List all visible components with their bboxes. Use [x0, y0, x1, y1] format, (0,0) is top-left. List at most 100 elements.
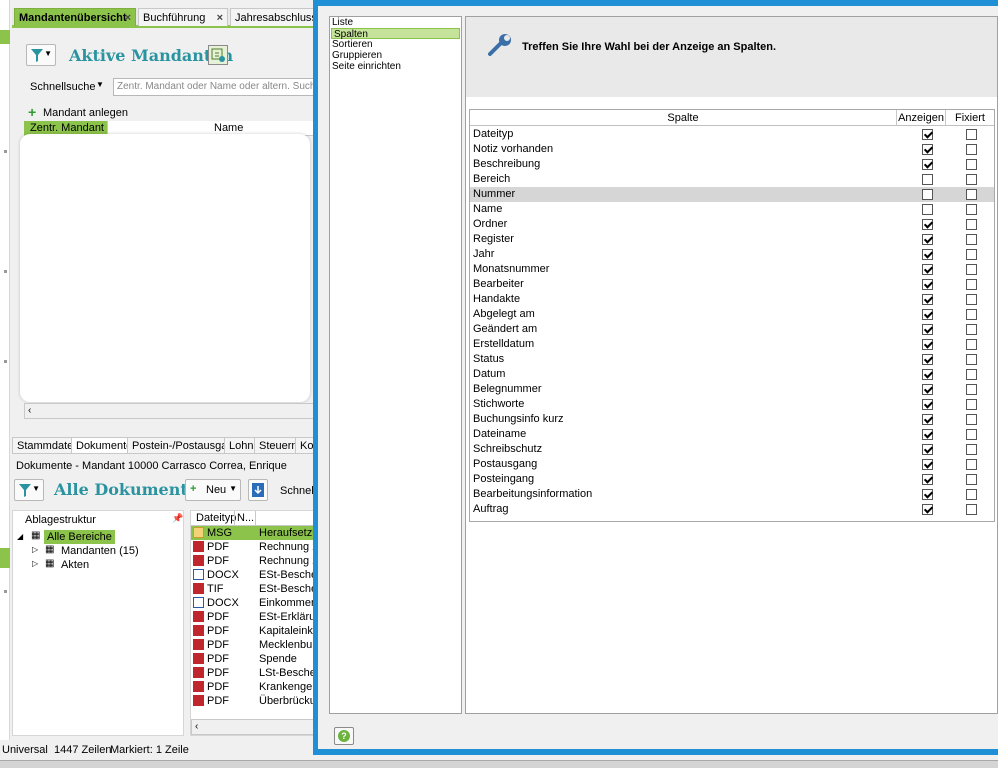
chevron-left-icon[interactable]: ‹	[195, 721, 198, 732]
column-option-row[interactable]: Schreibschutz	[470, 442, 994, 457]
fix-column-checkbox[interactable]	[966, 414, 977, 425]
document-row[interactable]: PDF Kapitaleinkünf	[191, 624, 313, 638]
fix-column-checkbox[interactable]	[966, 249, 977, 260]
close-icon[interactable]: ×	[217, 9, 223, 26]
tab-jahresabschluss[interactable]: Jahresabschluss	[230, 8, 314, 26]
tree-item-mandanten[interactable]: Mandanten (15)	[61, 544, 139, 558]
show-column-checkbox[interactable]	[922, 129, 933, 140]
document-row[interactable]: PDF Spende	[191, 652, 313, 666]
fix-column-checkbox[interactable]	[966, 384, 977, 395]
column-option-row[interactable]: Belegnummer	[470, 382, 994, 397]
column-option-row[interactable]: Posteingang	[470, 472, 994, 487]
tab-buchfuehrung[interactable]: Buchführung ×	[138, 8, 228, 26]
show-column-checkbox[interactable]	[922, 144, 933, 155]
close-icon[interactable]: ×	[125, 9, 131, 26]
column-option-row[interactable]: Postausgang	[470, 457, 994, 472]
show-column-checkbox[interactable]	[922, 369, 933, 380]
show-column-checkbox[interactable]	[922, 309, 933, 320]
column-option-row[interactable]: Datum	[470, 367, 994, 382]
show-column-checkbox[interactable]	[922, 189, 933, 200]
fix-column-checkbox[interactable]	[966, 189, 977, 200]
fix-column-checkbox[interactable]	[966, 309, 977, 320]
tree-collapsed-icon[interactable]: ▷	[32, 545, 38, 554]
show-column-checkbox[interactable]	[922, 264, 933, 275]
show-column-checkbox[interactable]	[922, 474, 933, 485]
document-row[interactable]: PDF ESt-Erklärung	[191, 610, 313, 624]
column-option-row[interactable]: Bearbeiter	[470, 277, 994, 292]
column-option-row[interactable]: Name	[470, 202, 994, 217]
show-column-checkbox[interactable]	[922, 234, 933, 245]
fix-column-checkbox[interactable]	[966, 369, 977, 380]
column-option-row[interactable]: Buchungsinfo kurz	[470, 412, 994, 427]
show-column-checkbox[interactable]	[922, 294, 933, 305]
fix-column-checkbox[interactable]	[966, 429, 977, 440]
tree-item-alle-bereiche[interactable]: Alle Bereiche	[44, 530, 115, 544]
show-column-checkbox[interactable]	[922, 249, 933, 260]
document-row[interactable]: PDF Mecklenburgis	[191, 638, 313, 652]
column-option-row[interactable]: Dateityp	[470, 127, 994, 142]
settings-nav-item-liste[interactable]: Liste	[330, 17, 461, 28]
settings-nav-item-spalten[interactable]: Spalten	[331, 28, 460, 40]
fix-column-checkbox[interactable]	[966, 159, 977, 170]
fix-column-checkbox[interactable]	[966, 339, 977, 350]
pin-icon[interactable]: 📌	[172, 513, 183, 524]
scan-import-button[interactable]	[248, 479, 268, 501]
fix-column-checkbox[interactable]	[966, 474, 977, 485]
document-row[interactable]: PDF Überbrückung	[191, 694, 313, 708]
document-row[interactable]: PDF Rechnung 27	[191, 540, 313, 554]
show-column-checkbox[interactable]	[922, 204, 933, 215]
add-mandant-button[interactable]: Mandant anlegen	[43, 107, 128, 119]
column-option-row[interactable]: Stichworte	[470, 397, 994, 412]
column-option-row[interactable]: Geändert am	[470, 322, 994, 337]
fix-column-checkbox[interactable]	[966, 144, 977, 155]
column-option-row[interactable]: Handakte	[470, 292, 994, 307]
show-column-checkbox[interactable]	[922, 399, 933, 410]
fix-column-checkbox[interactable]	[966, 129, 977, 140]
column-option-row[interactable]: Beschreibung	[470, 157, 994, 172]
filter-dropdown-button[interactable]: ▼	[14, 479, 44, 501]
show-column-checkbox[interactable]	[922, 459, 933, 470]
fix-column-checkbox[interactable]	[966, 399, 977, 410]
fix-column-checkbox[interactable]	[966, 279, 977, 290]
column-option-row[interactable]: Register	[470, 232, 994, 247]
doc-horizontal-scrollbar[interactable]: ‹	[191, 719, 313, 735]
document-row[interactable]: PDF Rechnung 27	[191, 554, 313, 568]
fix-column-checkbox[interactable]	[966, 174, 977, 185]
show-column-checkbox[interactable]	[922, 219, 933, 230]
export-grid-icon[interactable]	[208, 45, 228, 65]
document-row[interactable]: PDF LSt-Bescheini	[191, 666, 313, 680]
show-column-checkbox[interactable]	[922, 339, 933, 350]
show-column-checkbox[interactable]	[922, 429, 933, 440]
column-option-row[interactable]: Auftrag	[470, 502, 994, 517]
chevron-left-icon[interactable]: ‹	[28, 405, 31, 416]
fix-column-checkbox[interactable]	[966, 444, 977, 455]
show-column-checkbox[interactable]	[922, 504, 933, 515]
fix-column-checkbox[interactable]	[966, 459, 977, 470]
fix-column-checkbox[interactable]	[966, 489, 977, 500]
document-row[interactable]: PDF Krankengeld B	[191, 680, 313, 694]
column-option-row[interactable]: Notiz vorhanden	[470, 142, 994, 157]
fix-column-checkbox[interactable]	[966, 219, 977, 230]
mandant-search-input[interactable]: Zentr. Mandant oder Name oder altern. Su…	[113, 78, 314, 96]
show-column-checkbox[interactable]	[922, 354, 933, 365]
show-column-checkbox[interactable]	[922, 324, 933, 335]
column-option-row[interactable]: Nummer	[470, 187, 994, 202]
show-column-checkbox[interactable]	[922, 444, 933, 455]
fix-column-checkbox[interactable]	[966, 504, 977, 515]
column-option-row[interactable]: Dateiname	[470, 427, 994, 442]
show-column-checkbox[interactable]	[922, 174, 933, 185]
document-row[interactable]: DOCX ESt-Bescheid	[191, 568, 313, 582]
new-document-button[interactable]: + Neu ▼	[185, 479, 241, 501]
column-header-dateityp[interactable]: Dateityp	[196, 512, 236, 524]
show-column-checkbox[interactable]	[922, 159, 933, 170]
help-button[interactable]: ?	[334, 727, 354, 745]
tree-expanded-icon[interactable]: ◢	[17, 532, 23, 541]
document-row[interactable]: MSG Heraufsetzung	[191, 526, 313, 540]
column-header-n[interactable]: N...	[237, 512, 254, 524]
fix-column-checkbox[interactable]	[966, 234, 977, 245]
document-row[interactable]: DOCX Einkommenste	[191, 596, 313, 610]
document-row[interactable]: TIF ESt-Bescheid	[191, 582, 313, 596]
column-option-row[interactable]: Abgelegt am	[470, 307, 994, 322]
fix-column-checkbox[interactable]	[966, 324, 977, 335]
show-column-checkbox[interactable]	[922, 489, 933, 500]
